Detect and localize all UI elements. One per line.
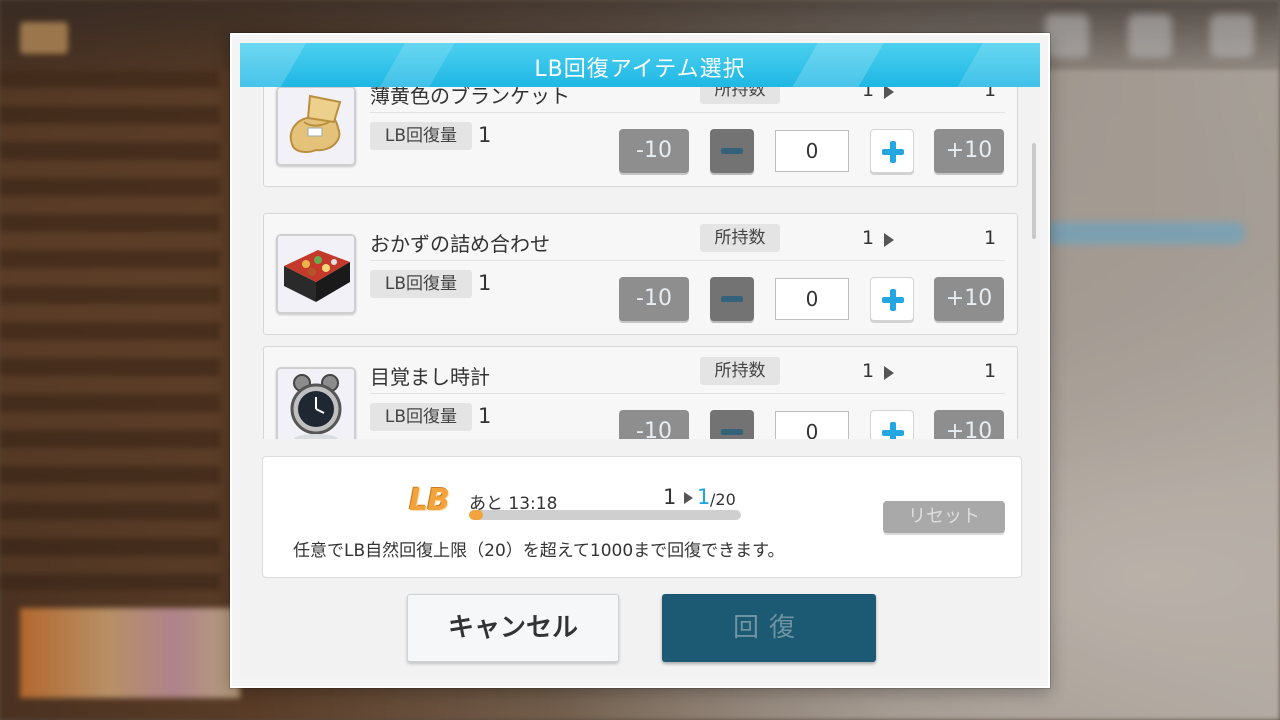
- divider: [370, 393, 1005, 394]
- increment-button[interactable]: [870, 129, 914, 173]
- owned-label: 所持数: [700, 357, 780, 385]
- arrow-right-icon: [884, 233, 894, 247]
- decrement-button[interactable]: [710, 277, 754, 321]
- decrement-button[interactable]: [710, 129, 754, 173]
- lb-progress-fill: [469, 510, 483, 520]
- alarm-clock-icon: [276, 367, 356, 439]
- notice-text: 任意でLB自然回復上限（20）を超えて1000まで回復できます。: [293, 541, 785, 561]
- owned-after-count: 1: [984, 360, 997, 382]
- list-item: 目覚まし時計 所持数 1 1 LB回復量 1 -10 0 +10: [263, 346, 1018, 439]
- lb-logo: LB: [409, 483, 450, 518]
- lb-progress-bar: [469, 510, 741, 520]
- quantity-field[interactable]: 0: [775, 130, 849, 172]
- divider: [370, 260, 1005, 261]
- cancel-button[interactable]: キャンセル: [407, 594, 619, 662]
- blanket-icon: [276, 87, 356, 166]
- list-scrollbar[interactable]: [1032, 143, 1036, 239]
- minus-10-button[interactable]: -10: [619, 129, 689, 173]
- minus-icon: [721, 296, 743, 302]
- divider: [370, 112, 1005, 113]
- increment-button[interactable]: [870, 277, 914, 321]
- minus-10-button[interactable]: -10: [619, 277, 689, 321]
- recovery-value: 1: [478, 404, 492, 428]
- arrow-right-icon: [884, 87, 894, 99]
- list-item: おかずの詰め合わせ 所持数 1 1 LB回復量 1 -10 0 +10: [263, 213, 1018, 335]
- recovery-value: 1: [478, 271, 492, 295]
- recovery-label: LB回復量: [370, 122, 472, 150]
- recovery-value: 1: [478, 123, 492, 147]
- quantity-field[interactable]: 0: [775, 411, 849, 439]
- quantity-field[interactable]: 0: [775, 278, 849, 320]
- dialog-title-bar: LB回復アイテム選択: [240, 43, 1040, 87]
- item-list[interactable]: 薄黄色のブランケット 所持数 1 1 LB回復量 1 -10 0 +10 おかず…: [240, 87, 1032, 439]
- owned-count: 1: [862, 87, 875, 101]
- lb-recovery-dialog: LB回復アイテム選択 薄黄色のブランケット 所持数 1 1 LB回復量 1 -1…: [230, 33, 1050, 688]
- owned-count: 1: [862, 227, 875, 249]
- minus-icon: [721, 429, 743, 435]
- plus-10-button[interactable]: +10: [934, 129, 1004, 173]
- minus-10-button[interactable]: -10: [619, 410, 689, 439]
- lb-max: /20: [710, 490, 736, 509]
- owned-count: 1: [862, 360, 875, 382]
- item-name: 目覚まし時計: [370, 365, 490, 389]
- owned-after-count: 1: [984, 87, 997, 101]
- plus-10-button[interactable]: +10: [934, 410, 1004, 439]
- increment-button[interactable]: [870, 410, 914, 439]
- recover-button[interactable]: 回復: [662, 594, 876, 662]
- plus-10-button[interactable]: +10: [934, 277, 1004, 321]
- item-name: 薄黄色のブランケット: [370, 87, 570, 108]
- arrow-right-icon: [684, 492, 693, 504]
- lb-summary-panel: LB あと 13:18 1 1 /20 リセット 任意でLB自然回復上限（20）…: [262, 456, 1022, 578]
- owned-label: 所持数: [700, 224, 780, 252]
- owned-label: 所持数: [700, 87, 780, 104]
- dialog-title: LB回復アイテム選択: [534, 57, 746, 82]
- minus-icon: [721, 148, 743, 154]
- bento-box-icon: [276, 234, 356, 314]
- recovery-label: LB回復量: [370, 403, 472, 431]
- lb-current: 1: [663, 485, 677, 509]
- reset-button[interactable]: リセット: [883, 501, 1005, 533]
- item-name: おかずの詰め合わせ: [370, 232, 550, 256]
- arrow-right-icon: [884, 366, 894, 380]
- list-item: 薄黄色のブランケット 所持数 1 1 LB回復量 1 -10 0 +10: [263, 87, 1018, 187]
- lb-after: 1: [697, 485, 711, 509]
- owned-after-count: 1: [984, 227, 997, 249]
- recovery-label: LB回復量: [370, 270, 472, 298]
- decrement-button[interactable]: [710, 410, 754, 439]
